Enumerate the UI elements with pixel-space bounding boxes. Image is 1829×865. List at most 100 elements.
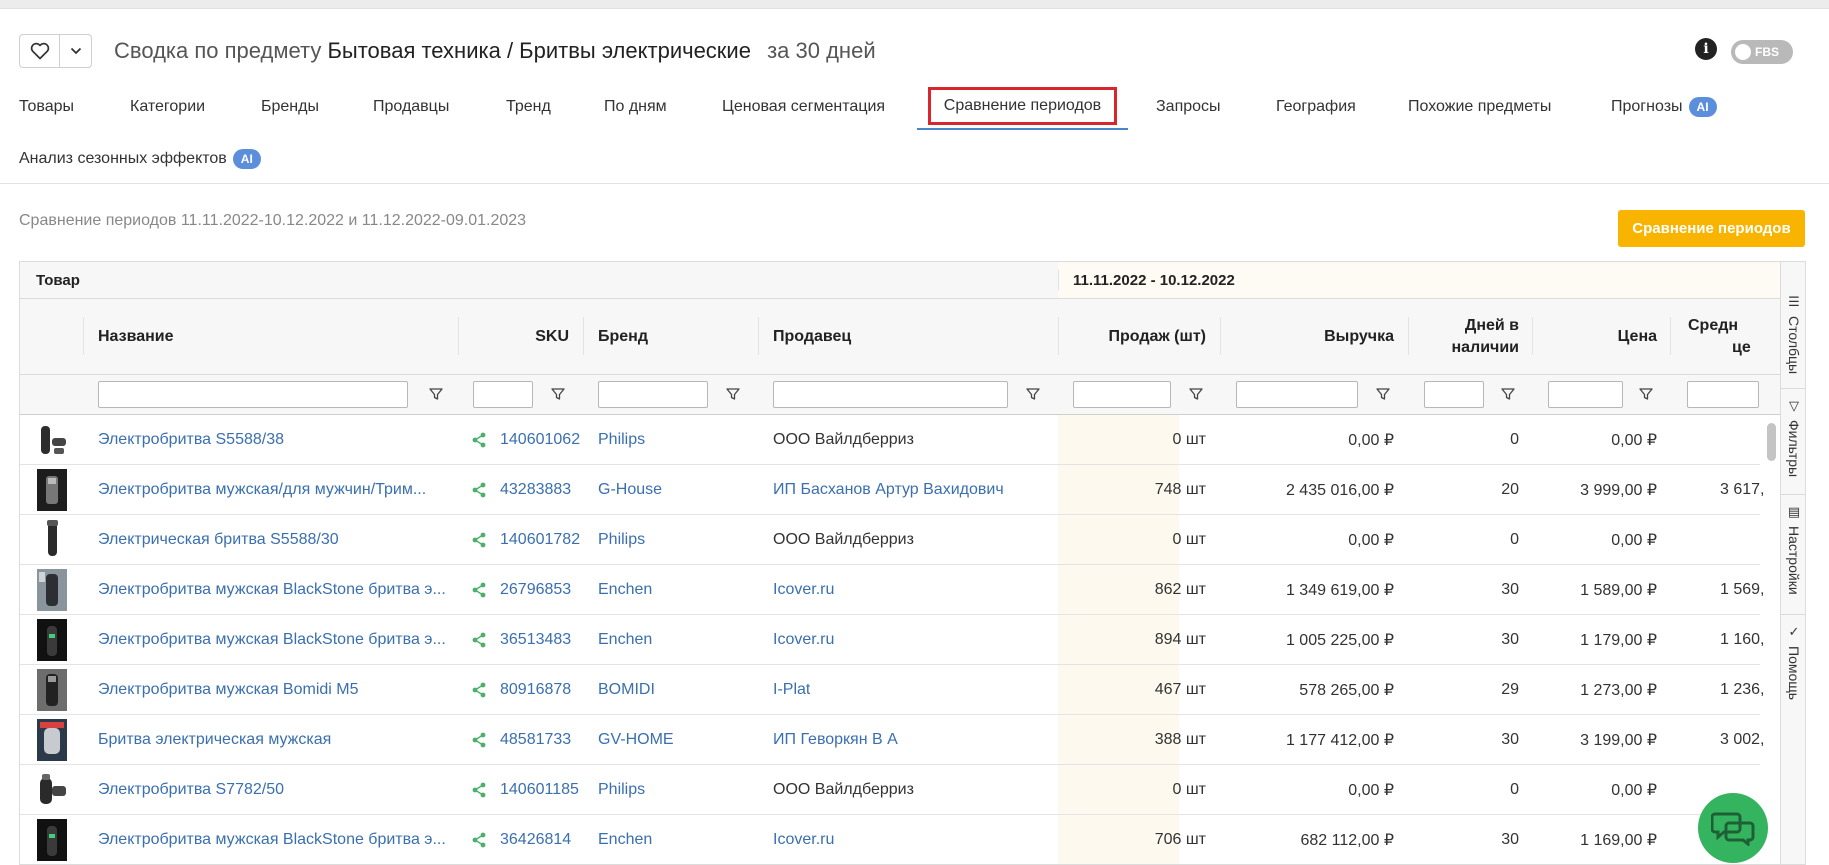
brand-link[interactable]: GV-HOME: [598, 715, 674, 765]
product-name-link[interactable]: Электробритва мужская Bomidi M5: [98, 665, 359, 715]
filter-input-days[interactable]: [1424, 381, 1484, 408]
brand-link[interactable]: G-House: [598, 465, 662, 515]
table-row[interactable]: Электробритва мужская BlackStone бритва …: [20, 615, 1764, 665]
brand-link[interactable]: Enchen: [598, 615, 652, 665]
product-name-link[interactable]: Электрическая бритва S5588/30: [98, 515, 339, 565]
table-row[interactable]: Электробритва S7782/50 140601185 Philips…: [20, 765, 1760, 815]
share-icon[interactable]: [472, 532, 486, 548]
product-thumbnail[interactable]: [32, 518, 72, 562]
product-name-link[interactable]: Электробритва S5588/38: [98, 415, 284, 465]
product-thumbnail[interactable]: [32, 418, 72, 462]
product-name-link[interactable]: Электробритва мужская BlackStone бритва …: [98, 615, 446, 665]
sidebar-tab-columns[interactable]: ☰ Столбцы: [1781, 294, 1805, 374]
info-icon[interactable]: i: [1695, 38, 1717, 60]
scrollbar-thumb[interactable]: [1767, 423, 1776, 461]
column-header-revenue[interactable]: Выручка: [1230, 299, 1394, 374]
column-header-avg-price[interactable]: Средн це: [1688, 299, 1751, 374]
column-header-seller[interactable]: Продавец: [773, 299, 851, 374]
tab-sellers[interactable]: Продавцы: [373, 84, 449, 130]
sku-link[interactable]: 140601782: [500, 515, 580, 565]
column-header-sku[interactable]: SKU: [470, 299, 569, 374]
column-header-sales[interactable]: Продаж (шт): [1070, 299, 1206, 374]
brand-link[interactable]: Philips: [598, 765, 645, 815]
vertical-scrollbar[interactable]: [1765, 415, 1777, 864]
product-name-link[interactable]: Электробритва мужская/для мужчин/Трим...: [98, 465, 426, 515]
fbs-toggle[interactable]: FBS: [1731, 40, 1793, 64]
brand-link[interactable]: Enchen: [598, 565, 652, 615]
sku-link[interactable]: 80916878: [500, 665, 571, 715]
table-row[interactable]: Электробритва мужская/для мужчин/Трим...…: [20, 465, 1764, 515]
seller-link[interactable]: ИП Басханов Артур Вахидович: [773, 465, 1004, 515]
filter-input-brand[interactable]: [598, 381, 708, 408]
share-icon[interactable]: [472, 632, 486, 648]
column-header-brand[interactable]: Бренд: [598, 299, 648, 374]
funnel-icon[interactable]: [1375, 386, 1391, 402]
share-icon[interactable]: [472, 432, 486, 448]
favorite-dropdown-button[interactable]: [59, 35, 91, 67]
filter-input-seller[interactable]: [773, 381, 1008, 408]
product-thumbnail[interactable]: [32, 768, 72, 812]
tab-price-segmentation[interactable]: Ценовая сегментация: [722, 84, 885, 130]
funnel-icon[interactable]: [1188, 386, 1204, 402]
tab-trend[interactable]: Тренд: [506, 84, 551, 130]
sku-link[interactable]: 43283883: [500, 465, 571, 515]
brand-link[interactable]: Philips: [598, 415, 645, 465]
column-header-price[interactable]: Цена: [1540, 299, 1657, 374]
compare-periods-button[interactable]: Сравнение периодов: [1618, 210, 1805, 247]
tab-categories[interactable]: Категории: [130, 84, 205, 130]
filter-input-revenue[interactable]: [1236, 381, 1358, 408]
chat-button[interactable]: [1698, 793, 1768, 863]
filter-input-price[interactable]: [1548, 381, 1623, 408]
funnel-icon[interactable]: [428, 386, 444, 402]
filter-input-sales[interactable]: [1073, 381, 1171, 408]
share-icon[interactable]: [472, 682, 486, 698]
seller-link[interactable]: Icover.ru: [773, 615, 834, 665]
brand-link[interactable]: Philips: [598, 515, 645, 565]
product-thumbnail[interactable]: [32, 668, 72, 712]
table-row[interactable]: Электробритва мужская BlackStone бритва …: [20, 565, 1764, 615]
product-thumbnail[interactable]: [32, 568, 72, 612]
share-icon[interactable]: [472, 482, 486, 498]
filter-input-avg-price[interactable]: [1687, 381, 1759, 408]
table-row[interactable]: Электробритва мужская BlackStone бритва …: [20, 815, 1760, 864]
column-header-name[interactable]: Название: [98, 299, 174, 374]
sku-link[interactable]: 140601062: [500, 415, 580, 465]
seller-link[interactable]: I-Plat: [773, 665, 810, 715]
seller-link[interactable]: Icover.ru: [773, 565, 834, 615]
sku-link[interactable]: 36426814: [500, 815, 571, 864]
funnel-icon[interactable]: [1025, 386, 1041, 402]
sku-link[interactable]: 26796853: [500, 565, 571, 615]
table-row[interactable]: Электробритва S5588/38 140601062 Philips…: [20, 415, 1760, 465]
tab-similar-subjects[interactable]: Похожие предметы: [1408, 84, 1551, 130]
product-thumbnail[interactable]: [32, 618, 72, 662]
product-name-link[interactable]: Электробритва мужская BlackStone бритва …: [98, 565, 446, 615]
tab-seasonal-effects[interactable]: Анализ сезонных эффектов AI: [19, 136, 261, 182]
product-thumbnail[interactable]: [32, 468, 72, 512]
funnel-icon[interactable]: [550, 386, 566, 402]
tab-period-comparison[interactable]: Сравнение периодов: [917, 84, 1128, 130]
funnel-icon[interactable]: [1638, 386, 1654, 402]
tab-geography[interactable]: География: [1276, 84, 1356, 130]
sku-link[interactable]: 36513483: [500, 615, 571, 665]
funnel-icon[interactable]: [725, 386, 741, 402]
sku-link[interactable]: 48581733: [500, 715, 571, 765]
sidebar-tab-filters[interactable]: ▽ Фильтры: [1781, 398, 1805, 477]
sidebar-tab-help[interactable]: ✓ Помощь: [1781, 624, 1805, 700]
tab-products[interactable]: Товары: [19, 84, 74, 130]
seller-link[interactable]: Icover.ru: [773, 815, 834, 864]
share-icon[interactable]: [472, 582, 486, 598]
column-header-days-in-stock[interactable]: Дней в наличии: [1415, 299, 1519, 374]
seller-link[interactable]: ИП Геворкян В А: [773, 715, 898, 765]
tab-forecasts[interactable]: Прогнозы AI: [1611, 84, 1717, 130]
sidebar-tab-settings[interactable]: ▤ Настройки: [1781, 504, 1805, 595]
product-thumbnail[interactable]: [32, 818, 72, 862]
product-thumbnail[interactable]: [32, 718, 72, 762]
share-icon[interactable]: [472, 782, 486, 798]
product-name-link[interactable]: Электробритва мужская BlackStone бритва …: [98, 815, 446, 864]
product-name-link[interactable]: Бритва электрическая мужская: [98, 715, 331, 765]
tab-brands[interactable]: Бренды: [261, 84, 319, 130]
tab-queries[interactable]: Запросы: [1156, 84, 1221, 130]
product-name-link[interactable]: Электробритва S7782/50: [98, 765, 284, 815]
table-row[interactable]: Бритва электрическая мужская 48581733 GV…: [20, 715, 1764, 765]
brand-link[interactable]: BOMIDI: [598, 665, 655, 715]
